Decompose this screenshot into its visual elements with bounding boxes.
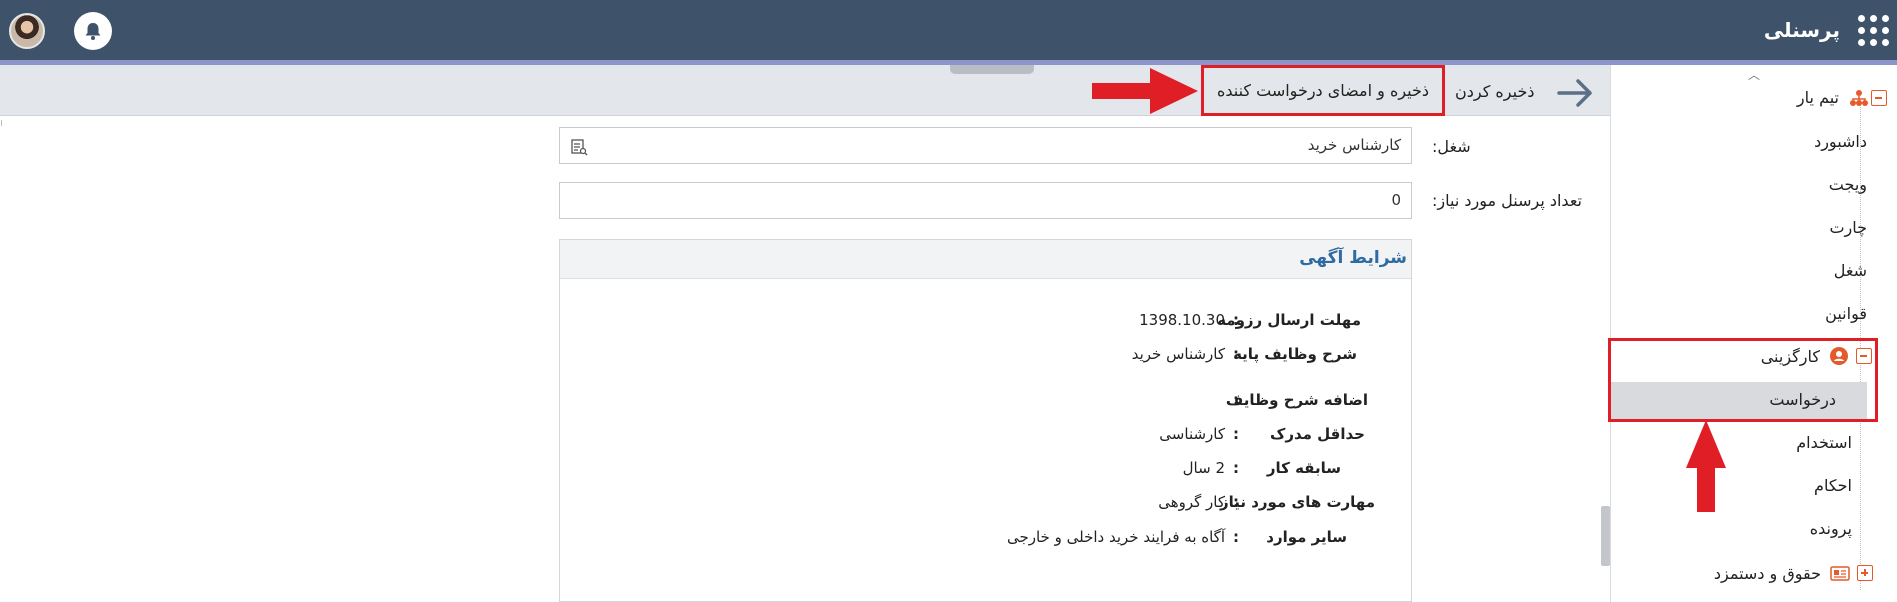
detail-colon: : (1233, 459, 1239, 477)
detail-value: کار گروهی (1158, 493, 1225, 511)
grid-icon[interactable] (1857, 14, 1891, 48)
detail-key: مهارت های مورد نیاز (1219, 493, 1375, 511)
scrollbar-thumb[interactable] (1601, 506, 1610, 566)
collapse-icon[interactable] (1871, 90, 1887, 106)
detail-key: سابقه کار (1266, 459, 1341, 477)
detail-colon: : (1233, 391, 1239, 409)
id-card-icon (1830, 566, 1850, 581)
arrow-right-icon[interactable] (1556, 76, 1596, 110)
panel-title: شرایط آگهی (1299, 248, 1407, 268)
detail-colon: : (1233, 345, 1239, 363)
detail-key: سایر موارد (1266, 528, 1347, 546)
toolbar-grip[interactable] (950, 65, 1034, 74)
sidebar-group-label: تیم یار (1796, 88, 1839, 107)
sidebar-item-recruitment[interactable]: استخدام (1796, 433, 1852, 452)
sidebar-item-dashboard[interactable]: داشبورد (1814, 132, 1867, 151)
sidebar-item-decrees[interactable]: احکام (1814, 476, 1852, 495)
sidebar-item-rules[interactable]: قوانین (1825, 304, 1867, 323)
detail-value: کارشناسی (1159, 425, 1225, 443)
ad-conditions-panel (559, 239, 1412, 602)
save-button[interactable]: ذخیره کردن (1455, 82, 1534, 101)
job-field[interactable]: کارشناس خرید (559, 127, 1412, 164)
detail-value: کارشناس خرید (1131, 345, 1225, 363)
required-count-field[interactable]: 0 (559, 182, 1412, 219)
annotation-arrow-right (1092, 68, 1198, 114)
bell-icon (85, 23, 101, 40)
sidebar-item-file[interactable]: پرونده (1810, 519, 1852, 538)
detail-colon: : (1233, 528, 1239, 546)
app-title: پرسنلی (1763, 18, 1840, 42)
user-avatar[interactable] (9, 13, 45, 49)
detail-colon: : (1233, 493, 1239, 511)
expand-icon[interactable] (1857, 565, 1873, 581)
detail-key: حداقل مدرک (1270, 425, 1365, 443)
detail-colon: : (1233, 311, 1239, 329)
required-count-label: تعداد پرسنل مورد نیاز: (1432, 191, 1582, 210)
detail-value: 1398.10.30 (1139, 311, 1225, 329)
notifications-button[interactable] (74, 12, 112, 50)
sidebar-item-widget[interactable]: ویجت (1829, 175, 1867, 194)
sidebar-group-label: حقوق و دستمزد (1713, 564, 1821, 583)
detail-value: 2 سال (1182, 459, 1225, 477)
sidebar-item-chart[interactable]: چارت (1829, 218, 1867, 237)
chevron-up-icon[interactable]: ︿ (1748, 66, 1760, 83)
save-and-sign-button[interactable]: ذخیره و امضای درخواست کننده (1201, 65, 1445, 116)
job-label: شغل: (1432, 137, 1471, 156)
sidebar-item-job[interactable]: شغل (1834, 261, 1867, 280)
detail-colon: : (1233, 425, 1239, 443)
detail-key: شرح وظایف پایه (1233, 345, 1357, 363)
panel-header (560, 240, 1411, 279)
top-bar (0, 0, 1897, 60)
detail-key: اضافه شرح وظایف (1225, 391, 1368, 409)
annotation-arrow-up (1686, 420, 1726, 512)
splitter-handle[interactable] (1, 120, 5, 126)
org-chart-icon (1850, 90, 1868, 106)
annotation-highlight-box (1608, 338, 1878, 422)
lookup-icon[interactable] (570, 138, 588, 156)
detail-value: آگاه به فرایند خرید داخلی و خارجی (1006, 528, 1225, 546)
